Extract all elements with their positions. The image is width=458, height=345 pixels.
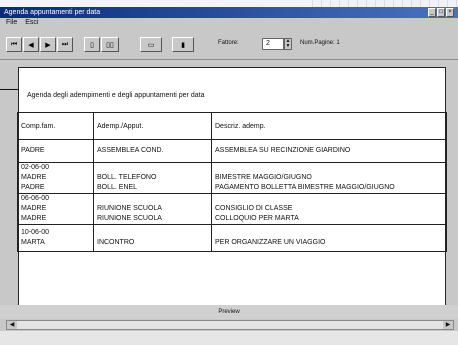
prev-page-icon: ◀ xyxy=(28,41,34,49)
report-table: Comp.fam. Ademp./Apput. Descriz. ademp. … xyxy=(17,112,447,252)
last-page-icon: ⏭ xyxy=(61,40,69,48)
table-row: 02-06-00 MADRE PADRE BOLL. TELEFONO BOLL… xyxy=(17,162,447,194)
member-name: PADRE xyxy=(21,184,45,191)
member-name: MADRE xyxy=(21,205,47,212)
member-name: MADRE xyxy=(21,215,47,222)
prev-page-button[interactable]: ◀ xyxy=(23,37,39,52)
zoom-stepper[interactable]: ▲ ▼ xyxy=(284,38,292,50)
table-cell: 10-06-00 MARTA xyxy=(17,224,94,252)
close-icon[interactable]: × xyxy=(446,8,454,17)
scroll-right-icon[interactable]: ▶ xyxy=(443,321,453,329)
appointment-type: RIUNIONE SCUOLA xyxy=(97,205,162,212)
two-page-icon: ▯▯ xyxy=(106,41,114,49)
first-page-icon: ⏮ xyxy=(10,40,18,48)
appointment-description: BIMESTRE MAGGIO/GIUGNO xyxy=(215,174,312,181)
menu-file[interactable]: File xyxy=(6,19,17,26)
single-page-button[interactable]: ▯ xyxy=(84,37,100,52)
minimize-icon[interactable]: _ xyxy=(428,8,436,17)
table-cell: PADRE xyxy=(17,139,94,163)
window-title: Agenda appuntamenti per data xyxy=(4,9,101,16)
next-page-icon: ▶ xyxy=(45,41,51,49)
table-cell: PER ORGANIZZARE UN VIAGGIO xyxy=(211,224,447,252)
row-date: 10-06-00 xyxy=(21,229,50,236)
appointment-description: CONSIGLIO DI CLASSE xyxy=(215,205,293,212)
row-date: 06-06-00 xyxy=(21,195,50,202)
close-preview-icon: ▮ xyxy=(181,41,185,49)
appointment-type: BOLL. TELEFONO xyxy=(97,174,157,181)
appointment-type: INCONTRO xyxy=(97,239,135,246)
appointment-description: PAGAMENTO BOLLETTA BIMESTRE MAGGIO/GIUGN… xyxy=(215,184,395,191)
close-preview-button[interactable]: ▮ xyxy=(172,37,194,52)
preview-status: Preview xyxy=(0,305,458,319)
table-cell: 06-06-00 MADRE MADRE xyxy=(17,193,94,225)
page-count: Num.Pagine: 1 xyxy=(300,40,340,46)
appointment-description: ASSEMBLEA SU RECINZIONE GIARDINO xyxy=(215,147,351,154)
last-page-button[interactable]: ⏭ xyxy=(57,37,73,52)
horizontal-scrollbar[interactable]: ◀ ▶ xyxy=(6,320,454,330)
table-cell: CONSIGLIO DI CLASSE COLLOQUIO PER MARTA xyxy=(211,193,447,225)
table-cell: BOLL. TELEFONO BOLL. ENEL xyxy=(93,162,212,194)
column-header: Ademp./Apput. xyxy=(93,112,212,140)
table-cell: ASSEMBLEA COND. xyxy=(93,139,212,163)
window-controls: _ □ × xyxy=(428,8,454,17)
table-cell: BIMESTRE MAGGIO/GIUGNO PAGAMENTO BOLLETT… xyxy=(211,162,447,194)
print-setup-button[interactable]: ▭ xyxy=(140,37,162,52)
scroll-left-icon[interactable]: ◀ xyxy=(7,321,17,329)
table-row: 06-06-00 MADRE MADRE RIUNIONE SCUOLA RIU… xyxy=(17,193,447,225)
appointment-type: ASSEMBLEA COND. xyxy=(97,147,164,154)
table-cell: 02-06-00 MADRE PADRE xyxy=(17,162,94,194)
maximize-icon[interactable]: □ xyxy=(437,8,445,17)
menu-bar: File Esci xyxy=(0,18,458,28)
member-name: PADRE xyxy=(21,147,45,154)
first-page-button[interactable]: ⏮ xyxy=(6,37,22,52)
table-row: 10-06-00 MARTA INCONTRO PER ORGANIZZARE … xyxy=(17,224,447,252)
table-cell: ASSEMBLEA SU RECINZIONE GIARDINO xyxy=(211,139,447,163)
report-title: Agenda degli adempimenti e degli appunta… xyxy=(27,92,205,99)
appointment-type: RIUNIONE SCUOLA xyxy=(97,215,162,222)
print-setup-icon: ▭ xyxy=(147,41,155,49)
menu-esci[interactable]: Esci xyxy=(25,19,38,26)
status-bar xyxy=(0,331,458,345)
appointment-description: COLLOQUIO PER MARTA xyxy=(215,215,299,222)
appointment-type: BOLL. ENEL xyxy=(97,184,138,191)
table-header: Comp.fam. Ademp./Apput. Descriz. ademp. xyxy=(17,112,447,140)
column-header: Comp.fam. xyxy=(17,112,94,140)
single-page-icon: ▯ xyxy=(90,41,94,49)
column-header: Descriz. ademp. xyxy=(211,112,447,140)
two-page-button[interactable]: ▯▯ xyxy=(101,37,119,52)
table-cell: INCONTRO xyxy=(93,224,212,252)
member-name: MADRE xyxy=(21,174,47,181)
appointment-description: PER ORGANIZZARE UN VIAGGIO xyxy=(215,239,326,246)
zoom-input[interactable]: 2 xyxy=(262,38,284,50)
zoom-label: Fattore: xyxy=(218,40,239,46)
next-page-button[interactable]: ▶ xyxy=(40,37,56,52)
table-cell: RIUNIONE SCUOLA RIUNIONE SCUOLA xyxy=(93,193,212,225)
member-name: MARTA xyxy=(21,239,45,246)
table-row: PADRE ASSEMBLEA COND. ASSEMBLEA SU RECIN… xyxy=(17,139,447,163)
row-date: 02-06-00 xyxy=(21,164,50,171)
title-bar: Agenda appuntamenti per data xyxy=(0,7,458,18)
